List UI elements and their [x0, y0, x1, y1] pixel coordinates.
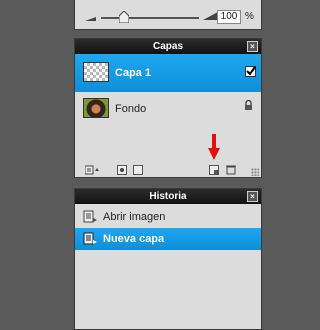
close-icon[interactable]: × — [247, 41, 258, 52]
navigator-panel: 100 % — [74, 0, 262, 30]
layer-name: Fondo — [115, 103, 147, 115]
layer-options-icon[interactable] — [84, 165, 99, 175]
layers-panel-title-bar[interactable]: Capas × — [75, 39, 261, 54]
lock-icon — [244, 99, 253, 111]
resize-grip-icon[interactable] — [251, 168, 259, 176]
layer-style-icon[interactable] — [133, 165, 143, 175]
red-arrow-icon — [208, 134, 220, 160]
layers-panel: Capas × Capa 1 Fondo — [74, 38, 262, 178]
trash-icon[interactable] — [226, 164, 236, 175]
history-item-label: Nueva capa — [103, 233, 165, 245]
layer-thumbnail — [83, 62, 109, 82]
history-item-abrir-imagen[interactable]: Abrir imagen — [75, 206, 261, 228]
layer-mask-icon[interactable] — [117, 165, 127, 175]
layers-panel-title: Capas — [152, 41, 183, 52]
history-panel: Historia × Abrir imagen Nueva capa — [74, 188, 262, 330]
layer-thumbnail — [83, 98, 109, 118]
layer-name: Capa 1 — [115, 67, 152, 79]
history-panel-title-bar[interactable]: Historia × — [75, 189, 261, 204]
close-icon[interactable]: × — [247, 191, 258, 202]
visibility-checkbox[interactable] — [245, 66, 256, 77]
zoom-out-icon[interactable] — [85, 13, 97, 21]
layer-row-capa-1[interactable]: Capa 1 — [75, 54, 261, 92]
layer-row-fondo[interactable]: Fondo — [75, 92, 261, 126]
history-panel-title: Historia — [149, 191, 187, 202]
new-layer-icon[interactable] — [209, 165, 219, 175]
zoom-input[interactable]: 100 — [217, 10, 241, 24]
zoom-slider-thumb[interactable] — [118, 10, 130, 24]
history-item-label: Abrir imagen — [103, 211, 166, 223]
history-item-nueva-capa[interactable]: Nueva capa — [75, 228, 261, 250]
zoom-unit-label: % — [245, 11, 254, 22]
zoom-slider-track[interactable] — [101, 17, 199, 19]
history-step-icon — [83, 232, 97, 245]
history-step-icon — [83, 210, 97, 223]
